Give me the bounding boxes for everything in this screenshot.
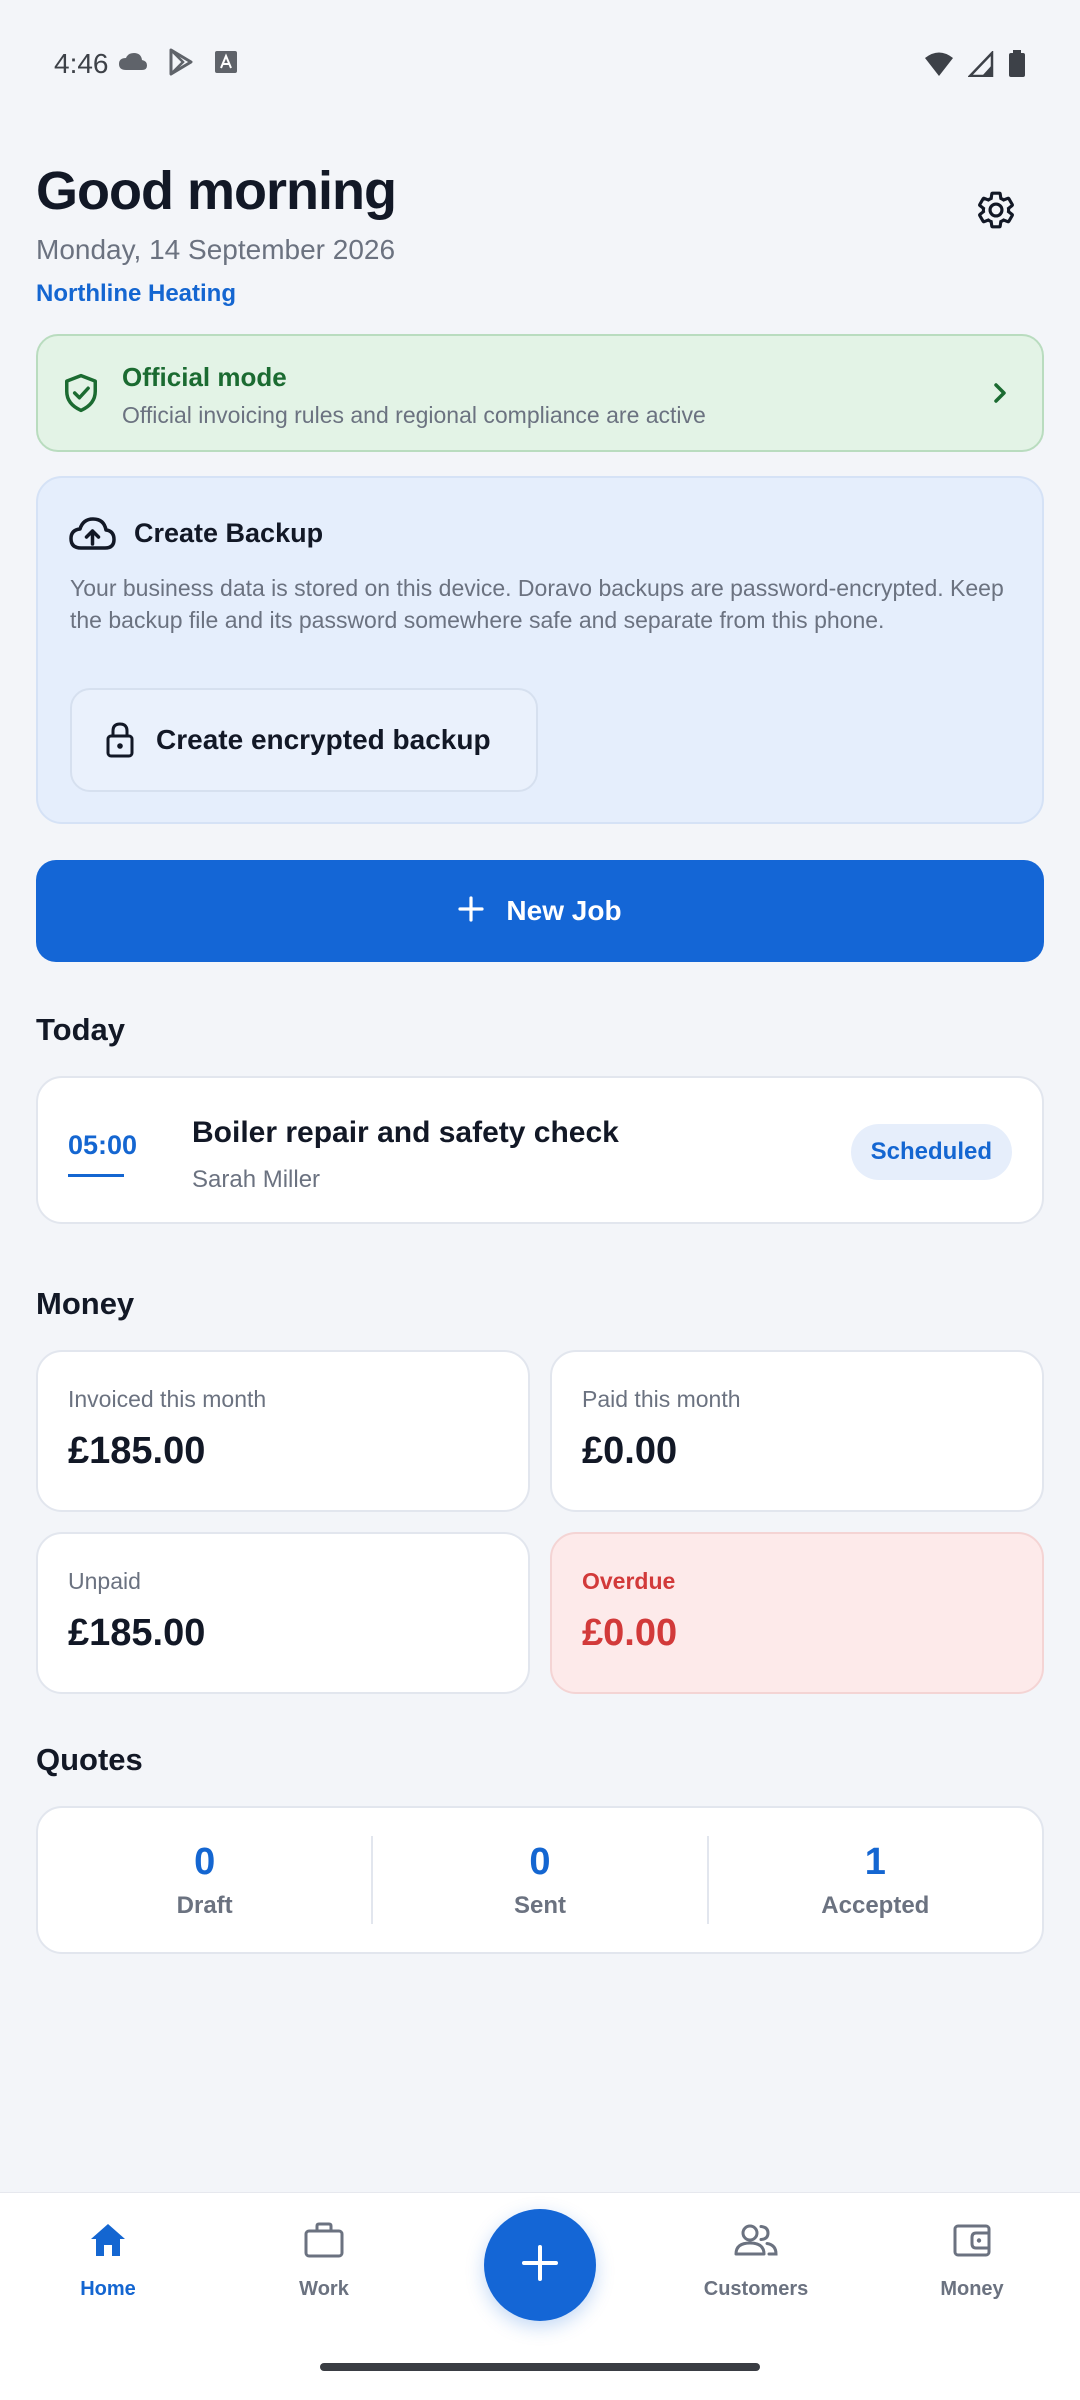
nav-label: Home <box>80 2278 136 2300</box>
font-a-icon <box>214 50 238 79</box>
money-tile-invoiced[interactable]: Invoiced this month £185.00 <box>36 1350 530 1512</box>
quote-count: 1 <box>864 1840 886 1883</box>
play-store-icon <box>168 48 194 81</box>
money-tile-value: £0.00 <box>582 1430 678 1472</box>
job-time-indicator <box>68 1174 124 1177</box>
job-status-badge: Scheduled <box>850 1124 1012 1180</box>
status-notification-icons <box>118 48 238 81</box>
business-name[interactable]: Northline Heating <box>36 280 236 308</box>
quote-stat-draft[interactable]: 0 Draft <box>38 1808 371 1952</box>
official-mode-banner[interactable]: Official mode Official invoicing rules a… <box>36 334 1044 452</box>
settings-button[interactable] <box>970 186 1022 238</box>
home-icon <box>88 2221 128 2264</box>
quote-label: Sent <box>513 1891 566 1919</box>
briefcase-icon <box>303 2221 345 2264</box>
gear-icon <box>975 189 1017 236</box>
nav-item-home[interactable]: Home <box>23 2221 193 2301</box>
create-encrypted-backup-button[interactable]: Create encrypted backup <box>70 688 538 792</box>
quote-label: Accepted <box>821 1891 930 1919</box>
money-heading: Money <box>36 1286 135 1321</box>
quick-add-button[interactable] <box>484 2209 596 2321</box>
money-tile-paid[interactable]: Paid this month £0.00 <box>550 1350 1044 1512</box>
lock-icon <box>104 721 136 759</box>
money-tile-unpaid[interactable]: Unpaid £185.00 <box>36 1532 530 1694</box>
chevron-right-icon <box>990 376 1012 415</box>
money-tile-overdue[interactable]: Overdue £0.00 <box>550 1532 1044 1694</box>
quotes-heading: Quotes <box>36 1742 143 1777</box>
job-card[interactable]: 05:00 Boiler repair and safety check Sar… <box>36 1076 1044 1224</box>
official-mode-title: Official mode <box>122 362 287 392</box>
quote-label: Draft <box>176 1891 233 1919</box>
nav-label: Money <box>940 2278 1004 2300</box>
nav-label: Customers <box>703 2278 809 2300</box>
current-date: Monday, 14 September 2026 <box>36 234 396 265</box>
status-bar: 4:46 <box>0 0 1080 130</box>
nav-item-work[interactable]: Work <box>239 2221 409 2301</box>
backup-title: Create Backup <box>134 518 324 548</box>
job-title: Boiler repair and safety check <box>192 1116 619 1149</box>
job-time: 05:00 <box>68 1130 138 1160</box>
greeting-title: Good morning <box>36 161 397 221</box>
quote-count: 0 <box>529 1840 551 1883</box>
new-job-button[interactable]: New Job <box>36 860 1044 962</box>
money-tile-value: £0.00 <box>582 1612 678 1654</box>
cloud-upload-icon <box>68 514 116 559</box>
money-tile-label: Invoiced this month <box>68 1386 267 1412</box>
status-system-icons <box>924 49 1026 83</box>
money-tile-value: £185.00 <box>68 1430 206 1472</box>
create-encrypted-backup-label: Create encrypted backup <box>156 724 491 755</box>
people-icon <box>733 2221 779 2264</box>
job-customer: Sarah Miller <box>192 1166 321 1193</box>
quotes-summary-card: 0 Draft 0 Sent 1 Accepted <box>36 1806 1044 1954</box>
money-tile-label: Overdue <box>582 1568 676 1594</box>
bottom-navigation: Home Work Customers Money <box>0 2192 1080 2400</box>
wallet-icon <box>952 2221 992 2264</box>
nav-item-customers[interactable]: Customers <box>671 2221 841 2301</box>
plus-icon <box>520 2243 560 2288</box>
quote-stat-sent[interactable]: 0 Sent <box>373 1808 706 1952</box>
shield-check-icon <box>62 372 100 419</box>
nav-item-money[interactable]: Money <box>887 2221 1057 2301</box>
money-tile-value: £185.00 <box>68 1612 206 1654</box>
money-tile-label: Paid this month <box>582 1386 741 1412</box>
money-tile-label: Unpaid <box>68 1568 141 1594</box>
cloud-icon <box>118 52 148 77</box>
status-time: 4:46 <box>54 48 109 79</box>
official-mode-subtitle: Official invoicing rules and regional co… <box>122 402 706 428</box>
nav-label: Work <box>299 2278 349 2300</box>
today-heading: Today <box>36 1012 125 1047</box>
backup-card: Create Backup Your business data is stor… <box>36 476 1044 824</box>
battery-icon <box>1008 50 1026 83</box>
quote-count: 0 <box>194 1840 216 1883</box>
gesture-home-indicator[interactable] <box>320 2363 760 2371</box>
new-job-label: New Job <box>506 895 622 926</box>
backup-description: Your business data is stored on this dev… <box>70 575 1004 633</box>
signal-icon <box>967 49 994 82</box>
quote-stat-accepted[interactable]: 1 Accepted <box>709 1808 1042 1952</box>
plus-icon <box>458 895 485 927</box>
wifi-icon <box>924 51 954 82</box>
